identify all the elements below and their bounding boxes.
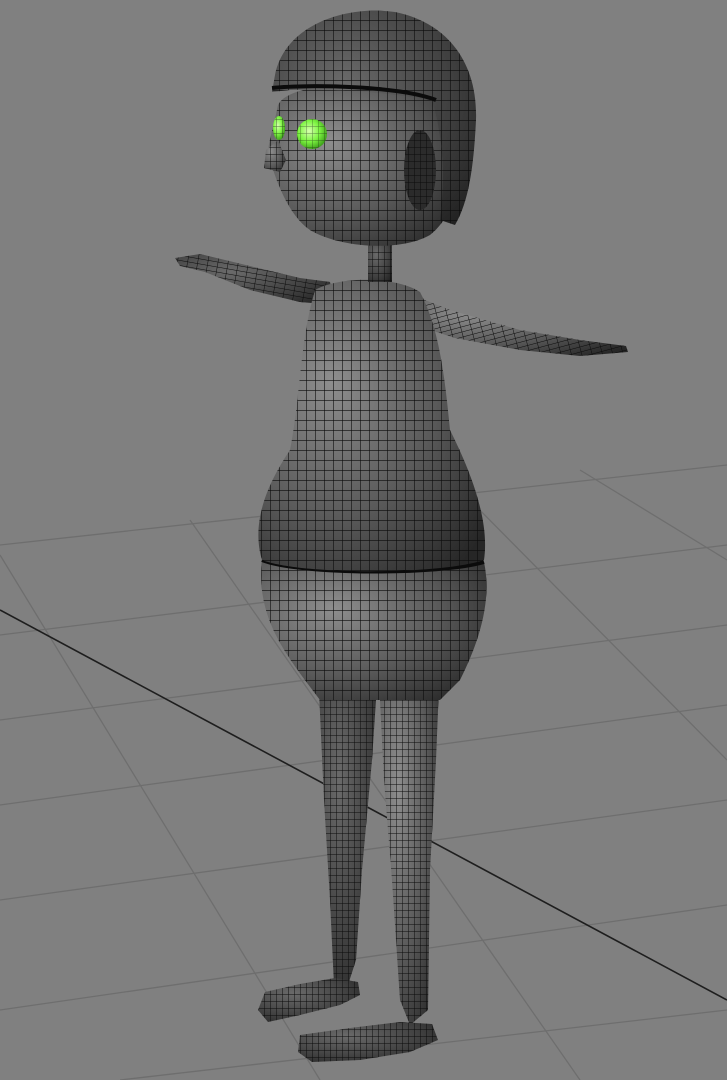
viewport-canvas[interactable] [0,0,727,1080]
eye-left[interactable] [273,116,285,140]
foot-left[interactable] [258,978,360,1022]
leg-right[interactable] [378,660,440,1025]
character-model[interactable] [175,10,628,1062]
eye-right[interactable] [297,119,327,149]
neck[interactable] [368,240,392,282]
leg-left[interactable] [318,670,378,985]
foot-right[interactable] [298,1022,438,1062]
3d-viewport[interactable] [0,0,727,1080]
ear[interactable] [404,130,436,210]
arm-left[interactable] [175,254,335,305]
hips[interactable] [261,558,487,700]
